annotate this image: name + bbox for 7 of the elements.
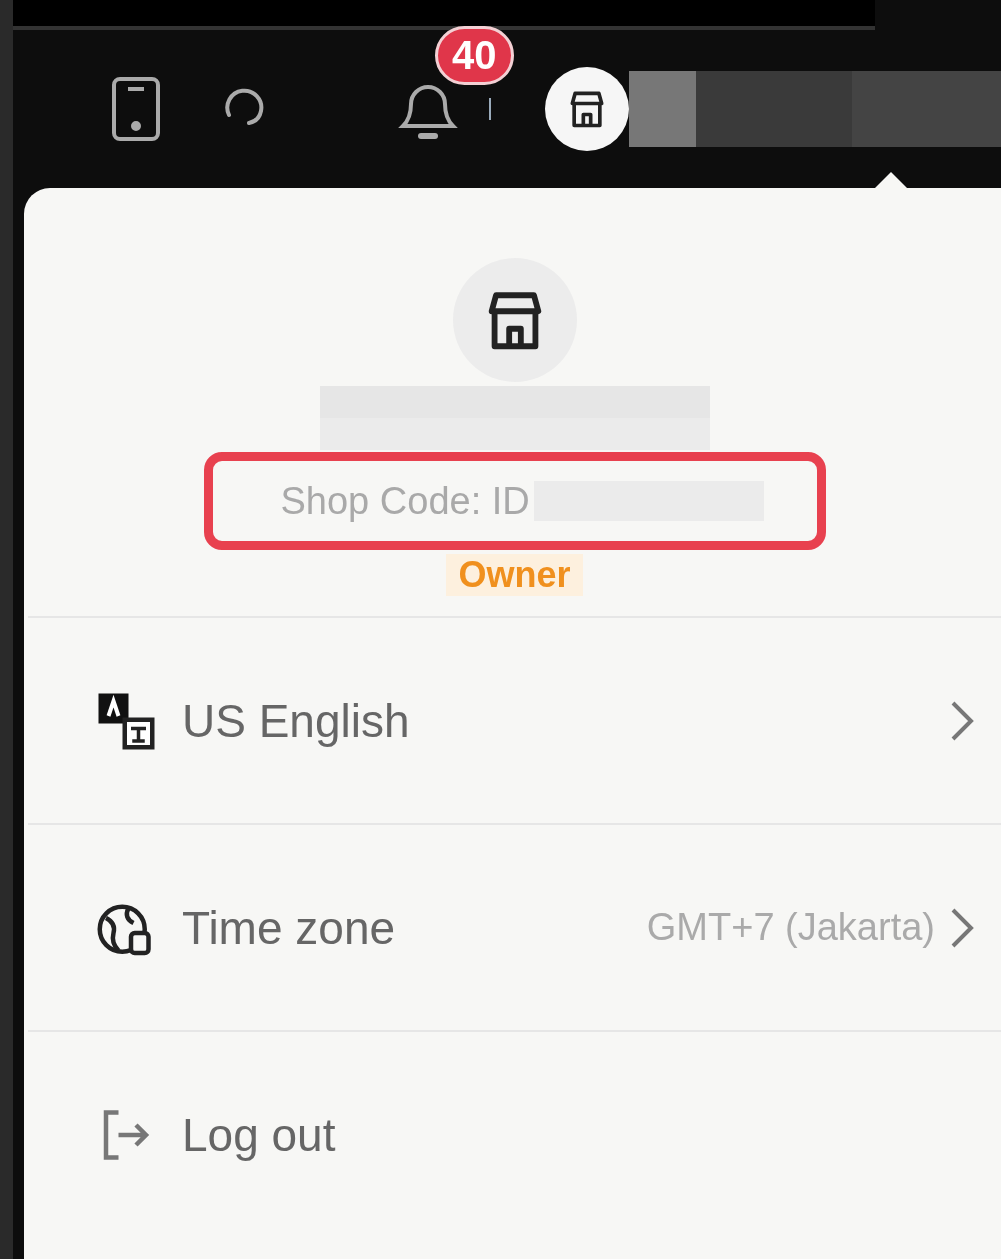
menu-item[interactable]: US English [28, 618, 1001, 825]
phone-icon[interactable] [111, 76, 161, 142]
menu-item[interactable]: Log out [28, 1032, 1001, 1237]
shop-code: Shop Code: ID [280, 479, 530, 523]
menu-item[interactable]: Time zone GMT+7 (Jakarta) [28, 825, 1001, 1032]
role-badge: Owner [446, 554, 583, 596]
notification-badge: 40 [435, 26, 514, 85]
